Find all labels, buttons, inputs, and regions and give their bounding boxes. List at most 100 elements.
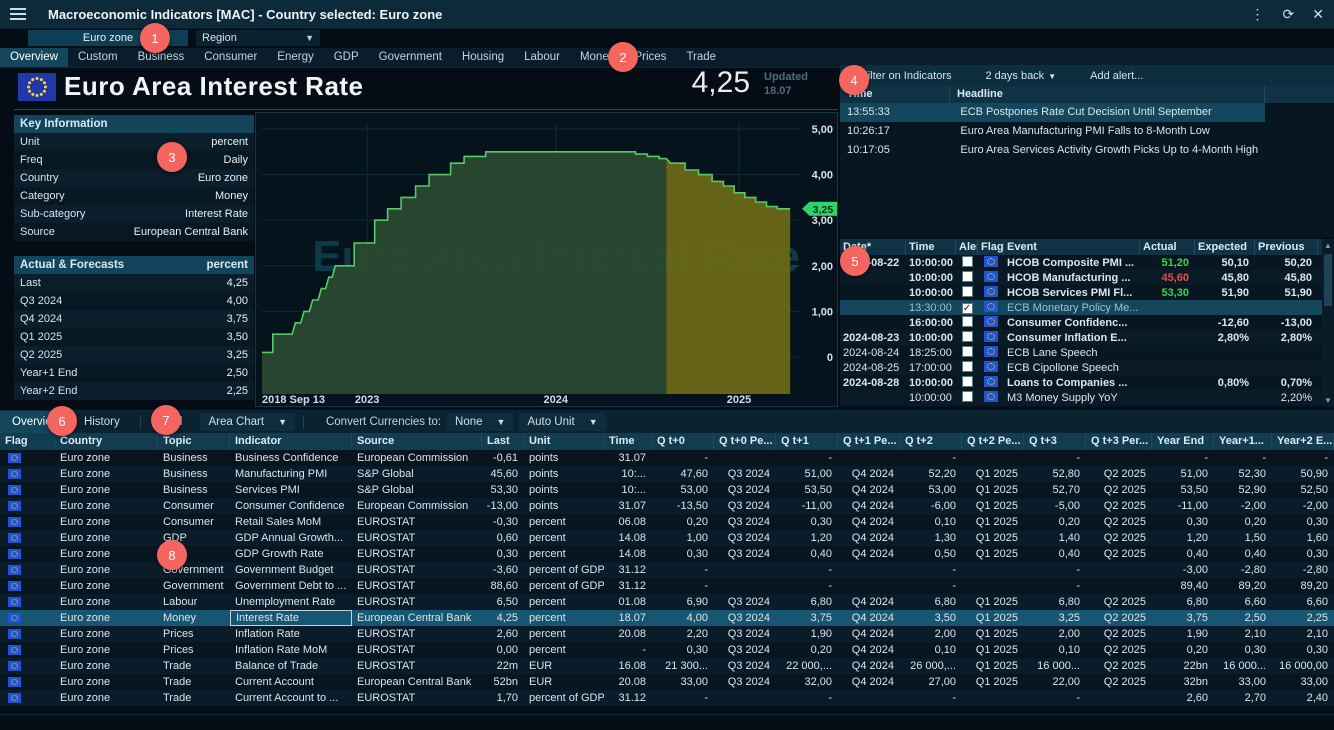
table-row[interactable]: Euro zoneTradeCurrent Account to ...EURO… — [0, 690, 1334, 706]
hamburger-menu-icon[interactable] — [10, 8, 26, 20]
tab-consumer[interactable]: Consumer — [194, 48, 267, 67]
calendar-row[interactable]: 16:00:00Consumer Confidenc...-12,60-13,0… — [840, 315, 1322, 330]
table-row[interactable]: Euro zonePricesInflation RateEUROSTAT2,6… — [0, 626, 1334, 642]
region-dropdown-label: Region — [202, 32, 237, 44]
interest-rate-chart[interactable]: Euro Area Interest Rate5,004,003,002,001… — [255, 112, 838, 407]
table-cell: Business — [158, 482, 230, 498]
calendar-row[interactable]: 10:00:00HCOB Services PMI Fl...53,3051,9… — [840, 285, 1322, 300]
close-icon[interactable]: ✕ — [1312, 6, 1324, 23]
table-cell: 52,50 — [1272, 482, 1334, 498]
table-cell: Inflation Rate — [230, 626, 352, 642]
table-cell: 3,75 — [1152, 610, 1214, 626]
table-row[interactable]: Euro zoneBusinessBusiness ConfidenceEuro… — [0, 450, 1334, 466]
calendar-previous: -13,00 — [1255, 317, 1318, 329]
table-row[interactable]: Euro zoneGDPGDP Growth RateEUROSTAT0,30p… — [0, 546, 1334, 562]
alert-checkbox[interactable] — [962, 331, 973, 342]
calendar-row[interactable]: 2024-08-2517:00:00ECB Cipollone Speech — [840, 360, 1322, 375]
table-cell: Consumer — [158, 498, 230, 514]
region-dropdown[interactable]: Region ▼ — [196, 30, 320, 46]
alert-checkbox[interactable] — [962, 286, 973, 297]
alert-checkbox[interactable] — [962, 271, 973, 282]
table-row[interactable]: Euro zoneTradeCurrent AccountEuropean Ce… — [0, 674, 1334, 690]
chart-type-dropdown[interactable]: Area Chart▼ — [200, 413, 295, 431]
table-cell: 0,20 — [1214, 514, 1272, 530]
calendar-row[interactable]: 10:00:00M3 Money Supply YoY2,20% — [840, 390, 1322, 405]
table-cell — [838, 578, 900, 594]
table-cell: European Central Bank — [352, 610, 482, 626]
news-headline: Euro Area Services Activity Growth Picks… — [953, 141, 1265, 160]
table-row[interactable]: Euro zoneBusinessServices PMIS&P Global5… — [0, 482, 1334, 498]
table-row[interactable]: Euro zoneLabourUnemployment RateEUROSTAT… — [0, 594, 1334, 610]
table-cell: 3,75 — [776, 610, 838, 626]
flag-cell — [0, 533, 55, 543]
alert-checkbox[interactable] — [962, 346, 973, 357]
alert-checkbox[interactable]: ✓ — [962, 303, 973, 314]
alert-checkbox[interactable] — [962, 376, 973, 387]
tab-overview[interactable]: Overview — [0, 48, 68, 67]
som-badge-7: 7 — [151, 405, 181, 435]
table-cell: 0,10 — [900, 514, 962, 530]
calendar-event: HCOB Composite PMI ... — [1004, 257, 1140, 269]
alert-checkbox[interactable] — [962, 256, 973, 267]
table-row[interactable]: Euro zoneBusinessManufacturing PMIS&P Gl… — [0, 466, 1334, 482]
calendar-col-actual: Actual — [1140, 239, 1195, 255]
alert-checkbox[interactable] — [962, 361, 973, 372]
calendar-row[interactable]: 2024-08-2310:00:00Consumer Inflation E..… — [840, 330, 1322, 345]
tab-trade[interactable]: Trade — [676, 48, 726, 67]
tab-custom[interactable]: Custom — [68, 48, 128, 67]
table-row[interactable]: Euro zoneConsumerRetail Sales MoMEUROSTA… — [0, 514, 1334, 530]
calendar-time: 10:00:00 — [906, 272, 956, 284]
calendar-row[interactable]: 2024-08-2418:25:00ECB Lane Speech — [840, 345, 1322, 360]
unit-dropdown[interactable]: Auto Unit▼ — [519, 413, 605, 431]
table-cell: 0,40 — [1152, 546, 1214, 562]
news-row[interactable]: 10:17:05Euro Area Services Activity Grow… — [840, 141, 1265, 160]
eu-flag-icon — [984, 286, 998, 297]
table-row[interactable]: Euro zoneMoneyInterest RateEuropean Cent… — [0, 610, 1334, 626]
table-row[interactable]: Euro zoneTradeBalance of TradeEUROSTAT22… — [0, 658, 1334, 674]
news-row[interactable]: 13:55:33ECB Postpones Rate Cut Decision … — [840, 103, 1265, 122]
table-row[interactable]: Euro zoneGDPGDP Annual Growth...EUROSTAT… — [0, 530, 1334, 546]
news-row[interactable]: 10:26:17Euro Area Manufacturing PMI Fall… — [840, 122, 1265, 141]
add-alert-link[interactable]: Add alert... — [1090, 70, 1143, 82]
tab-history-bottom[interactable]: History — [72, 411, 132, 433]
table-cell: EUROSTAT — [352, 594, 482, 610]
tab-labour[interactable]: Labour — [514, 48, 570, 67]
table-cell: Q1 2025 — [962, 642, 1024, 658]
table-cell: 52,90 — [1214, 482, 1272, 498]
table-cell: -6,00 — [900, 498, 962, 514]
tab-energy[interactable]: Energy — [267, 48, 323, 67]
news-range-dropdown[interactable]: 2 days back▼ — [985, 70, 1056, 82]
calendar-row[interactable]: 13:30:00✓ECB Monetary Policy Me... — [840, 300, 1322, 315]
indicator-last-value: 4,25 — [620, 66, 750, 100]
table-col-last: Last — [482, 433, 524, 450]
refresh-popout-icon[interactable]: ⟳ — [1283, 6, 1295, 23]
table-cell: 16 000... — [1024, 658, 1086, 674]
table-row[interactable]: Euro zoneGovernmentGovernment Debt to ..… — [0, 578, 1334, 594]
alert-checkbox[interactable] — [962, 316, 973, 327]
table-cell: - — [652, 578, 714, 594]
tab-housing[interactable]: Housing — [452, 48, 514, 67]
calendar-row[interactable]: 10:00:00HCOB Manufacturing ...45,6045,80… — [840, 270, 1322, 285]
calendar-row[interactable]: 2024-08-2810:00:00Loans to Companies ...… — [840, 375, 1322, 390]
economic-calendar-panel: Date*TimeAlertFlagEventActualExpectedPre… — [840, 239, 1334, 407]
table-row[interactable]: Euro zoneConsumerConsumer ConfidenceEuro… — [0, 498, 1334, 514]
calendar-scrollbar[interactable]: ▲ ▼ — [1322, 239, 1334, 407]
table-cell: 53,00 — [652, 482, 714, 498]
table-cell: Q1 2025 — [962, 498, 1024, 514]
table-cell: 0,30 — [1214, 642, 1272, 658]
table-cell — [1086, 690, 1152, 706]
scroll-down-icon[interactable]: ▼ — [1324, 396, 1332, 405]
table-cell: 21 300... — [652, 658, 714, 674]
table-row[interactable]: Euro zonePricesInflation Rate MoMEUROSTA… — [0, 642, 1334, 658]
scrollbar-thumb[interactable] — [1324, 254, 1332, 306]
alert-checkbox[interactable] — [962, 391, 973, 402]
table-row[interactable]: Euro zoneGovernmentGovernment BudgetEURO… — [0, 562, 1334, 578]
tab-gdp[interactable]: GDP — [324, 48, 369, 67]
calendar-row[interactable]: 2024-08-2210:00:00HCOB Composite PMI ...… — [840, 255, 1322, 270]
table-cell: Current Account to ... — [230, 690, 352, 706]
table-cell: 1,60 — [1272, 530, 1334, 546]
tab-government[interactable]: Government — [369, 48, 452, 67]
scroll-up-icon[interactable]: ▲ — [1324, 241, 1332, 250]
currency-dropdown[interactable]: None▼ — [447, 413, 513, 431]
more-options-icon[interactable]: ⋮ — [1251, 6, 1265, 23]
